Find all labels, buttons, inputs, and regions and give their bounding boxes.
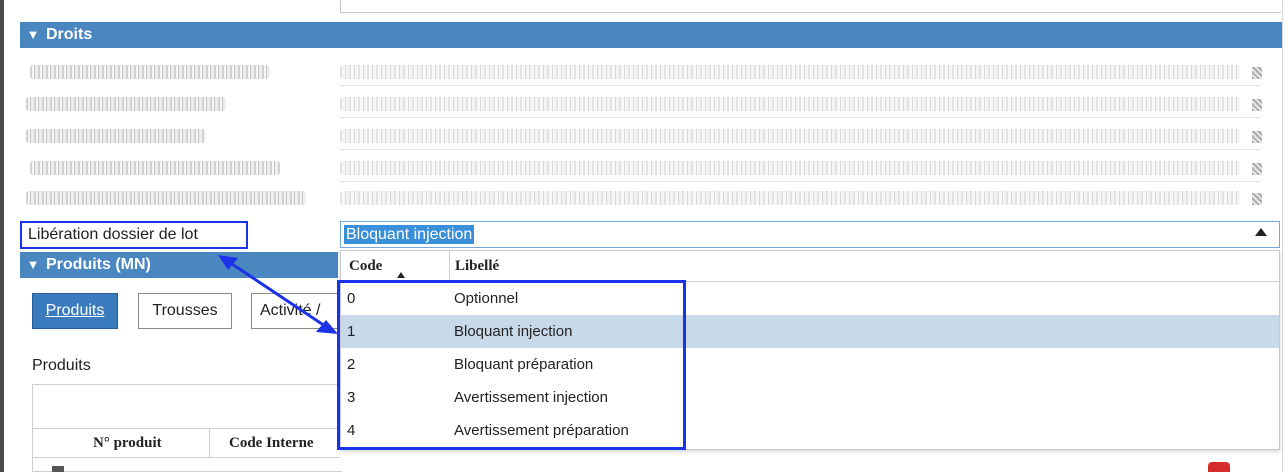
redacted-icon — [1252, 163, 1262, 175]
row-divider — [340, 181, 1260, 182]
redacted-icon — [1252, 193, 1262, 205]
top-input-field[interactable] — [340, 0, 1281, 13]
redacted-label — [30, 65, 270, 79]
redacted-value — [340, 97, 1240, 111]
redacted-label — [26, 191, 306, 205]
right-edge-line — [1282, 0, 1283, 472]
col-n-produit[interactable]: N° produit — [93, 435, 162, 452]
produits-subtitle: Produits — [32, 357, 91, 374]
annotation-double-arrow-icon — [218, 255, 338, 334]
dropdown-header: Code Libellé — [341, 251, 1279, 282]
chevron-down-icon: ▼ — [26, 27, 40, 42]
redacted-value — [340, 129, 1240, 143]
delete-icon[interactable] — [1208, 462, 1230, 472]
redacted-icon — [1252, 131, 1262, 143]
sort-ascending-icon — [397, 272, 405, 278]
dropdown-col-libelle[interactable]: Libellé — [455, 258, 499, 275]
redacted-label — [30, 161, 280, 175]
row-divider — [340, 117, 1260, 118]
droits-rows-obfuscated — [20, 55, 1282, 215]
redacted-label — [26, 97, 226, 111]
select-current-value: Bloquant injection — [344, 225, 475, 244]
droits-section-header[interactable]: ▼ Droits — [20, 22, 1282, 48]
redacted-icon — [1252, 99, 1262, 111]
tab-produits[interactable]: Produits — [32, 293, 118, 329]
chevron-up-icon[interactable] — [1255, 228, 1267, 236]
redacted-value — [340, 65, 1240, 79]
redacted-label — [26, 129, 206, 143]
droits-header-label: Droits — [46, 26, 93, 43]
liberation-select[interactable]: Bloquant injection — [340, 221, 1280, 248]
row-expand-icon[interactable] — [52, 466, 64, 472]
col-code-interne[interactable]: Code Interne — [229, 435, 314, 452]
row-divider — [340, 149, 1260, 150]
row-divider — [340, 85, 1260, 86]
produits-table-header: N° produit Code Interne — [33, 428, 340, 458]
redacted-value — [340, 161, 1240, 175]
liberation-dossier-label: Libération dossier de lot — [20, 221, 248, 249]
produits-header-label: Produits (MN) — [46, 256, 151, 273]
annotation-options-box — [337, 280, 686, 450]
chevron-down-icon: ▼ — [26, 257, 40, 272]
left-edge-bar — [0, 0, 4, 472]
redacted-icon — [1252, 67, 1262, 79]
redacted-value — [340, 191, 1240, 205]
dropdown-col-code[interactable]: Code — [349, 258, 382, 275]
